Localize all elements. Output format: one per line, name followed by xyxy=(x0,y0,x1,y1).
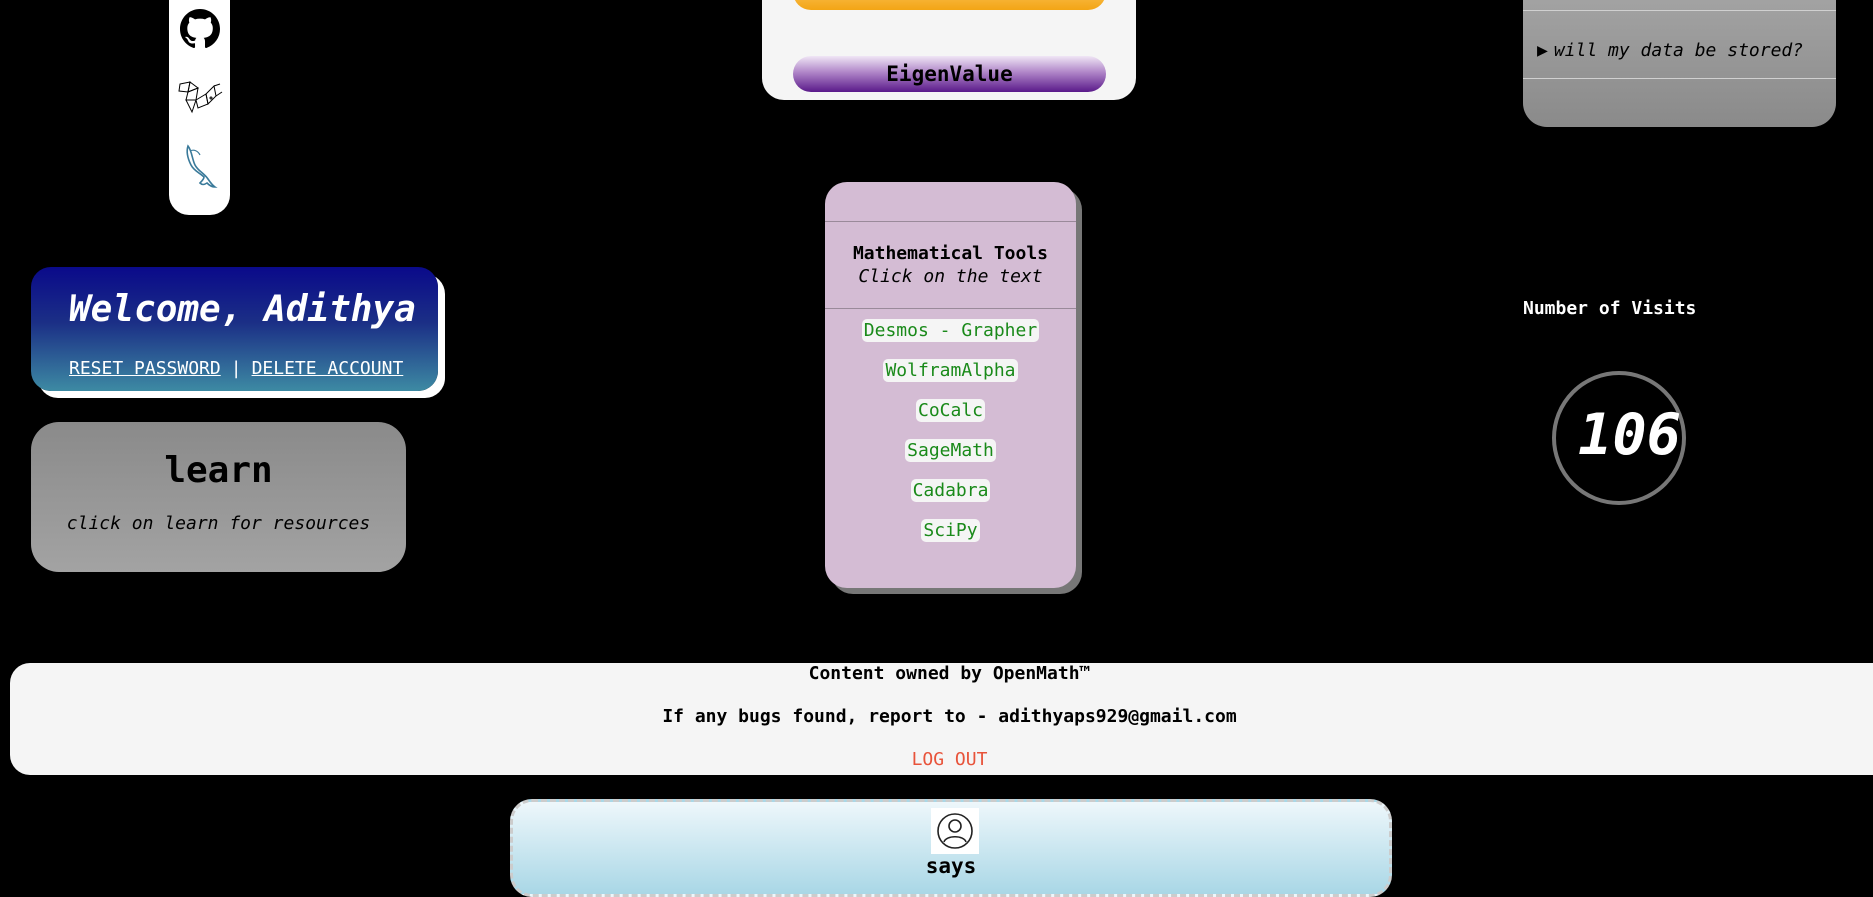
divider xyxy=(1523,78,1836,79)
eigenvalue-button[interactable]: EigenValue xyxy=(793,56,1106,92)
avatar xyxy=(931,808,979,854)
faq-question-text[interactable]: will my data be stored? xyxy=(1554,40,1803,61)
footer: Content owned by OpenMath™ If any bugs f… xyxy=(10,663,1873,775)
learn-card[interactable]: learn click on learn for resources xyxy=(31,422,406,572)
tool-link-cadabra[interactable]: Cadabra xyxy=(910,479,991,502)
math-tools-list: Desmos - Grapher WolframAlpha CoCalc Sag… xyxy=(825,319,1076,559)
math-tools-subtitle: Click on the text xyxy=(858,266,1043,287)
geometric-bird-icon[interactable] xyxy=(176,78,224,122)
footer-bug-report: If any bugs found, report to - adithyaps… xyxy=(662,706,1237,727)
user-avatar-icon xyxy=(937,813,973,849)
chat-card: says xyxy=(510,799,1392,897)
social-links-bar xyxy=(169,0,230,215)
footer-owner: Content owned by OpenMath™ xyxy=(808,663,1091,684)
divider xyxy=(825,221,1076,222)
visits-label: Number of Visits xyxy=(1523,298,1697,319)
tool-link-cocalc[interactable]: CoCalc xyxy=(915,399,986,422)
visits-count: 106 xyxy=(1578,402,1681,468)
github-icon[interactable] xyxy=(179,9,220,53)
account-links: RESET PASSWORD | DELETE ACCOUNT xyxy=(69,358,403,379)
math-tools-panel: Mathematical Tools Click on the text Des… xyxy=(825,182,1076,588)
delete-account-link[interactable]: DELETE ACCOUNT xyxy=(252,358,404,379)
faq-question[interactable]: ▶ will my data be stored? xyxy=(1537,40,1803,61)
link-separator: | xyxy=(230,358,242,379)
tool-link-wolframalpha[interactable]: WolframAlpha xyxy=(883,359,1018,382)
tool-link-desmos[interactable]: Desmos - Grapher xyxy=(861,319,1040,342)
welcome-card: Welcome, Adithya RESET PASSWORD | DELETE A… xyxy=(31,267,438,391)
divider xyxy=(1523,10,1836,11)
welcome-title: Welcome, Adithya xyxy=(69,289,416,330)
learn-heading[interactable]: learn xyxy=(31,450,406,491)
calculator-button[interactable]: Calculator xyxy=(793,0,1106,10)
chat-says-label: says xyxy=(925,854,977,878)
tool-link-sagemath[interactable]: SageMath xyxy=(905,439,996,462)
dolphin-icon[interactable] xyxy=(182,143,218,193)
disclosure-triangle-icon[interactable]: ▶ xyxy=(1537,40,1548,61)
faq-panel: ▶ will my data be stored? xyxy=(1523,0,1836,127)
math-tools-title: Mathematical Tools xyxy=(852,243,1049,264)
logout-link[interactable]: LOG OUT xyxy=(10,749,1873,770)
tool-link-scipy[interactable]: SciPy xyxy=(921,519,980,542)
calculator-panel: Calculator EigenValue xyxy=(762,0,1136,100)
page: Welcome, Adithya RESET PASSWORD | DELETE A… xyxy=(0,0,1873,897)
math-tools-header: Mathematical Tools Click on the text xyxy=(825,242,1076,288)
divider xyxy=(825,308,1076,309)
learn-subtitle: click on learn for resources xyxy=(66,513,371,534)
reset-password-link[interactable]: RESET PASSWORD xyxy=(69,358,221,379)
